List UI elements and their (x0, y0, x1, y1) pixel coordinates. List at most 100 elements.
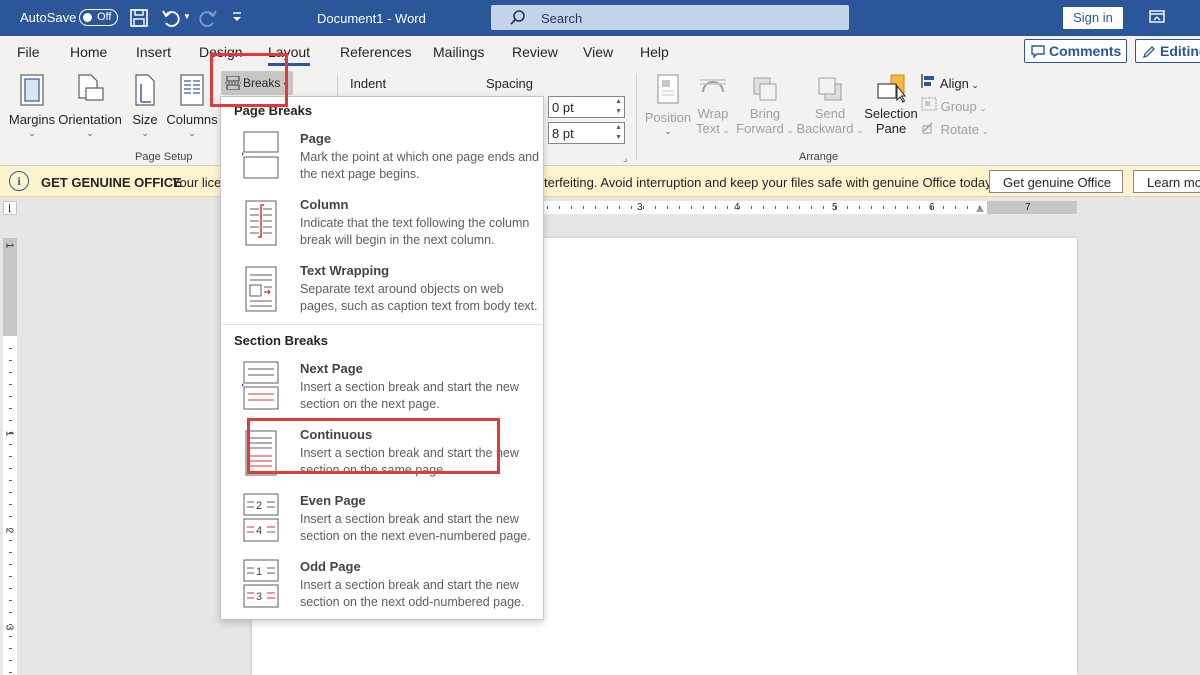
menu-item-even-page-break[interactable]: 2 4 Even Page Insert a section break and… (222, 489, 542, 555)
wrap-text-label-line2: Text (696, 121, 720, 136)
group-label: Group (940, 99, 977, 114)
comments-button[interactable]: Comments (1024, 39, 1127, 63)
save-icon[interactable] (128, 7, 150, 29)
odd-page-break-icon: 1 3 (243, 559, 279, 608)
tab-mailings[interactable]: Mailings (433, 44, 484, 60)
menu-item-column-break[interactable]: Column Indicate that the text following … (222, 193, 542, 259)
ruler-tick (631, 206, 632, 209)
wrap-text-button: Wrap Text ⌄ (694, 74, 732, 136)
ruler-number: 1 (3, 242, 15, 249)
search-icon (510, 10, 525, 25)
ruler-tick (835, 206, 836, 209)
undo-dropdown-icon[interactable]: ▼ (183, 12, 191, 21)
ruler-tick (655, 206, 656, 209)
tab-help[interactable]: Help (640, 44, 669, 60)
size-button[interactable]: Size ⌄ (128, 74, 162, 139)
position-label: Position (644, 110, 692, 125)
spinner-arrows-icon[interactable]: ▲ ▼ (615, 123, 622, 143)
get-genuine-office-button[interactable]: Get genuine Office (989, 170, 1123, 193)
orientation-button[interactable]: Orientation ⌄ (58, 74, 122, 139)
next-page-break-icon (242, 361, 279, 410)
indent-label: Indent (350, 76, 387, 91)
menu-item-description: Separate text around objects on web page… (300, 282, 538, 313)
size-label: Size (132, 112, 158, 127)
ruler-tick (751, 206, 752, 209)
menu-item-name: Text Wrapping (300, 263, 390, 278)
tab-home[interactable]: Home (70, 44, 107, 60)
tab-references[interactable]: References (340, 44, 412, 60)
rotate-label: Rotate (940, 122, 979, 137)
genuine-office-infobar: i GET GENUINE OFFICE Your licen terfeiti… (0, 166, 1200, 197)
menu-item-name: Column (300, 197, 349, 212)
align-button[interactable]: Align ⌄ (921, 74, 979, 91)
ruler-tick (907, 206, 908, 209)
tab-review[interactable]: Review (512, 44, 558, 60)
ruler-tick (883, 206, 884, 209)
ribbon-display-options-icon[interactable] (1148, 9, 1166, 25)
spacing-after-value: 8 pt (552, 126, 574, 141)
vertical-ruler-margin (3, 238, 17, 336)
svg-text:3: 3 (256, 591, 262, 603)
send-backward-label-line1: Send (814, 106, 846, 121)
bring-forward-button: Bring Forward ⌄ (734, 74, 796, 136)
margins-icon (20, 74, 44, 106)
ruler-tick (583, 206, 584, 209)
ruler-tick (9, 660, 12, 661)
ruler-tick (9, 648, 12, 649)
menu-item-description: Mark the point at which one page ends an… (300, 150, 540, 181)
right-indent-marker-icon[interactable] (976, 205, 984, 212)
menu-item-odd-page-break[interactable]: 1 3 Odd Page Insert a section break and … (222, 555, 542, 621)
editing-mode-button[interactable]: Editing (1135, 39, 1200, 63)
columns-icon (180, 74, 204, 106)
info-icon: i (9, 171, 29, 191)
ruler-tick (9, 348, 12, 349)
ribbon-layout: Margins ⌄ Orientation ⌄ Size ⌄ Columns ⌄… (0, 68, 1200, 166)
tab-insert[interactable]: Insert (136, 44, 171, 60)
spacing-label: Spacing (486, 76, 533, 91)
ruler-tick (9, 408, 12, 409)
spinner-arrows-icon[interactable]: ▲ ▼ (615, 97, 622, 117)
tab-view[interactable]: View (583, 44, 613, 60)
ruler-tick (9, 420, 12, 421)
ruler-tick (703, 206, 704, 209)
ruler-tick (9, 396, 12, 397)
tab-file[interactable]: File (17, 44, 40, 60)
sign-in-button[interactable]: Sign in (1063, 7, 1123, 29)
chevron-down-icon: ⌄ (188, 128, 196, 138)
ruler-tick (9, 444, 12, 445)
position-button: Position ⌄ (644, 74, 692, 137)
tab-selector-icon[interactable]: ⌊ (3, 201, 17, 215)
menu-separator (222, 324, 542, 325)
learn-more-button[interactable]: Learn mo (1133, 170, 1200, 193)
horizontal-ruler[interactable]: 3 4 5 6 7 7 (542, 201, 1077, 214)
ruler-tick (607, 206, 608, 209)
ruler-tick (811, 206, 812, 209)
orientation-icon (78, 74, 104, 101)
infobar-title: GET GENUINE OFFICE (41, 175, 182, 190)
rotate-button: Rotate ⌄ (921, 120, 989, 137)
menu-item-text-wrapping-break[interactable]: Text Wrapping Separate text around objec… (222, 259, 542, 325)
ruler-tick (871, 206, 872, 209)
customize-toolbar-icon[interactable] (229, 9, 245, 25)
autosave-toggle[interactable]: Off (79, 9, 118, 26)
paragraph-dialog-launcher-icon[interactable]: ⌟ (623, 153, 627, 164)
menu-item-name: Even Page (300, 493, 366, 508)
selection-pane-button[interactable]: Selection Pane (862, 74, 920, 136)
ruler-tick (715, 206, 716, 209)
undo-icon[interactable] (160, 7, 182, 29)
ruler-number: 1 (3, 430, 15, 437)
search-input[interactable]: Search (491, 5, 849, 30)
menu-item-page-break[interactable]: Page Mark the point at which one page en… (222, 127, 542, 193)
spacing-before-input[interactable]: 0 pt ▲ ▼ (548, 96, 625, 118)
section-breaks-header: Section Breaks (234, 333, 328, 348)
ruler-tick (919, 206, 920, 209)
group-objects-button: Group ⌄ (921, 97, 987, 114)
margins-button[interactable]: Margins ⌄ (8, 74, 56, 139)
ruler-tick (9, 564, 12, 565)
spacing-after-input[interactable]: 8 pt ▲ ▼ (548, 122, 625, 144)
svg-text:1: 1 (256, 566, 262, 578)
menu-item-next-page-break[interactable]: Next Page Insert a section break and sta… (222, 357, 542, 423)
bring-forward-label-line1: Bring (749, 106, 781, 121)
chevron-down-icon: ⌄ (141, 128, 149, 138)
chevron-down-icon: ⌄ (86, 128, 94, 138)
